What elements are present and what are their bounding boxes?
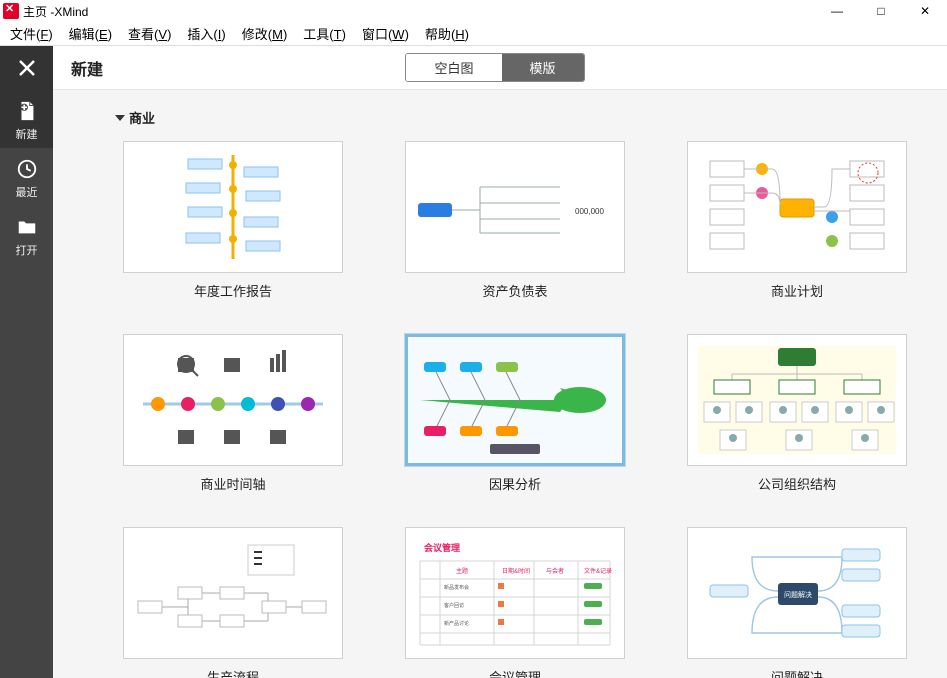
templates-grid: 年度工作报告 000,000 资产负债表 <box>123 141 907 678</box>
template-cause-effect[interactable]: 因果分析 <box>405 334 625 493</box>
template-label: 生产流程 <box>207 667 259 678</box>
template-thumb <box>123 141 343 273</box>
sidebar-label-recent: 最近 <box>16 184 38 200</box>
template-label: 资产负债表 <box>482 281 547 300</box>
svg-text:新产品讨论: 新产品讨论 <box>444 620 469 627</box>
templates-content: 商业 年度工作报告 000,000 <box>53 90 947 678</box>
close-icon <box>18 59 36 77</box>
window-controls: — □ ✕ <box>815 0 947 22</box>
clock-icon <box>16 158 38 180</box>
svg-text:与会者: 与会者 <box>546 567 564 575</box>
sidebar: 新建 最近 打开 <box>0 46 53 678</box>
new-file-icon <box>16 100 38 122</box>
menu-insert[interactable]: 插入(I) <box>179 22 233 45</box>
template-label: 商业时间轴 <box>200 474 265 493</box>
titlebar: 主页 -XMind — □ ✕ <box>0 0 947 22</box>
section-header[interactable]: 商业 <box>117 108 907 127</box>
menubar: 文件(F) 编辑(E) 查看(V) 插入(I) 修改(M) 工具(T) 窗口(W… <box>0 22 947 46</box>
template-thumb <box>687 141 907 273</box>
folder-icon <box>16 216 38 238</box>
menu-help[interactable]: 帮助(H) <box>417 22 477 45</box>
template-thumb <box>687 334 907 466</box>
template-label: 年度工作报告 <box>194 281 272 300</box>
chevron-down-icon <box>115 115 125 121</box>
toggle-templates[interactable]: 模版 <box>502 54 584 81</box>
sidebar-item-new[interactable]: 新建 <box>0 90 53 148</box>
main-header: 新建 空白图 模版 <box>53 46 947 90</box>
template-thumb <box>123 527 343 659</box>
template-thumb <box>123 334 343 466</box>
menu-tools[interactable]: 工具(T) <box>295 22 354 45</box>
template-thumb <box>405 334 625 466</box>
template-label: 会议管理 <box>489 667 541 678</box>
template-label: 商业计划 <box>771 281 823 300</box>
template-annual-report[interactable]: 年度工作报告 <box>123 141 343 300</box>
template-business-timeline[interactable]: 商业时间轴 <box>123 334 343 493</box>
svg-text:问题解决: 问题解决 <box>784 590 812 599</box>
template-label: 公司组织结构 <box>758 474 836 493</box>
template-label: 因果分析 <box>489 474 541 493</box>
svg-text:新品发布会: 新品发布会 <box>444 584 469 591</box>
section-title: 商业 <box>129 108 155 127</box>
menu-view[interactable]: 查看(V) <box>120 22 179 45</box>
close-window-button[interactable]: ✕ <box>903 0 947 22</box>
window-title: 主页 -XMind <box>23 3 88 20</box>
svg-text:主题: 主题 <box>456 567 468 575</box>
template-thumb: 问题解决 <box>687 527 907 659</box>
svg-text:文件&记录: 文件&记录 <box>584 567 612 575</box>
view-toggle: 空白图 模版 <box>405 53 584 82</box>
sidebar-item-open[interactable]: 打开 <box>0 206 53 264</box>
svg-text:会议管理: 会议管理 <box>424 542 460 553</box>
menu-window[interactable]: 窗口(W) <box>354 22 417 45</box>
template-thumb: 会议管理 主题 日期&时间 与会者 文件&记录 新品发布会客户回访新产品讨论 <box>405 527 625 659</box>
minimize-button[interactable]: — <box>815 0 859 22</box>
sidebar-label-open: 打开 <box>16 242 38 258</box>
close-panel-button[interactable] <box>0 46 53 90</box>
main-panel: 新建 空白图 模版 商业 <box>53 46 947 678</box>
sidebar-item-recent[interactable]: 最近 <box>0 148 53 206</box>
menu-file[interactable]: 文件(F) <box>2 22 61 45</box>
template-business-plan[interactable]: 商业计划 <box>687 141 907 300</box>
template-production-flow[interactable]: 生产流程 <box>123 527 343 678</box>
template-meeting-mgmt[interactable]: 会议管理 主题 日期&时间 与会者 文件&记录 新品发布会客户回访新产品讨论 会议管理 <box>405 527 625 678</box>
template-problem-solving[interactable]: 问题解决 问题解决 <box>687 527 907 678</box>
app-icon <box>3 3 19 19</box>
sidebar-label-new: 新建 <box>16 126 38 142</box>
menu-edit[interactable]: 编辑(E) <box>61 22 120 45</box>
page-title: 新建 <box>71 56 103 80</box>
template-label: 问题解决 <box>771 667 823 678</box>
svg-text:客户回访: 客户回访 <box>444 602 464 609</box>
template-thumb: 000,000 <box>405 141 625 273</box>
template-org-chart[interactable]: 公司组织结构 <box>687 334 907 493</box>
maximize-button[interactable]: □ <box>859 0 903 22</box>
menu-modify[interactable]: 修改(M) <box>234 22 296 45</box>
template-balance-sheet[interactable]: 000,000 资产负债表 <box>405 141 625 300</box>
svg-text:000,000: 000,000 <box>575 207 604 216</box>
svg-text:日期&时间: 日期&时间 <box>502 567 530 575</box>
toggle-blank[interactable]: 空白图 <box>406 54 501 81</box>
